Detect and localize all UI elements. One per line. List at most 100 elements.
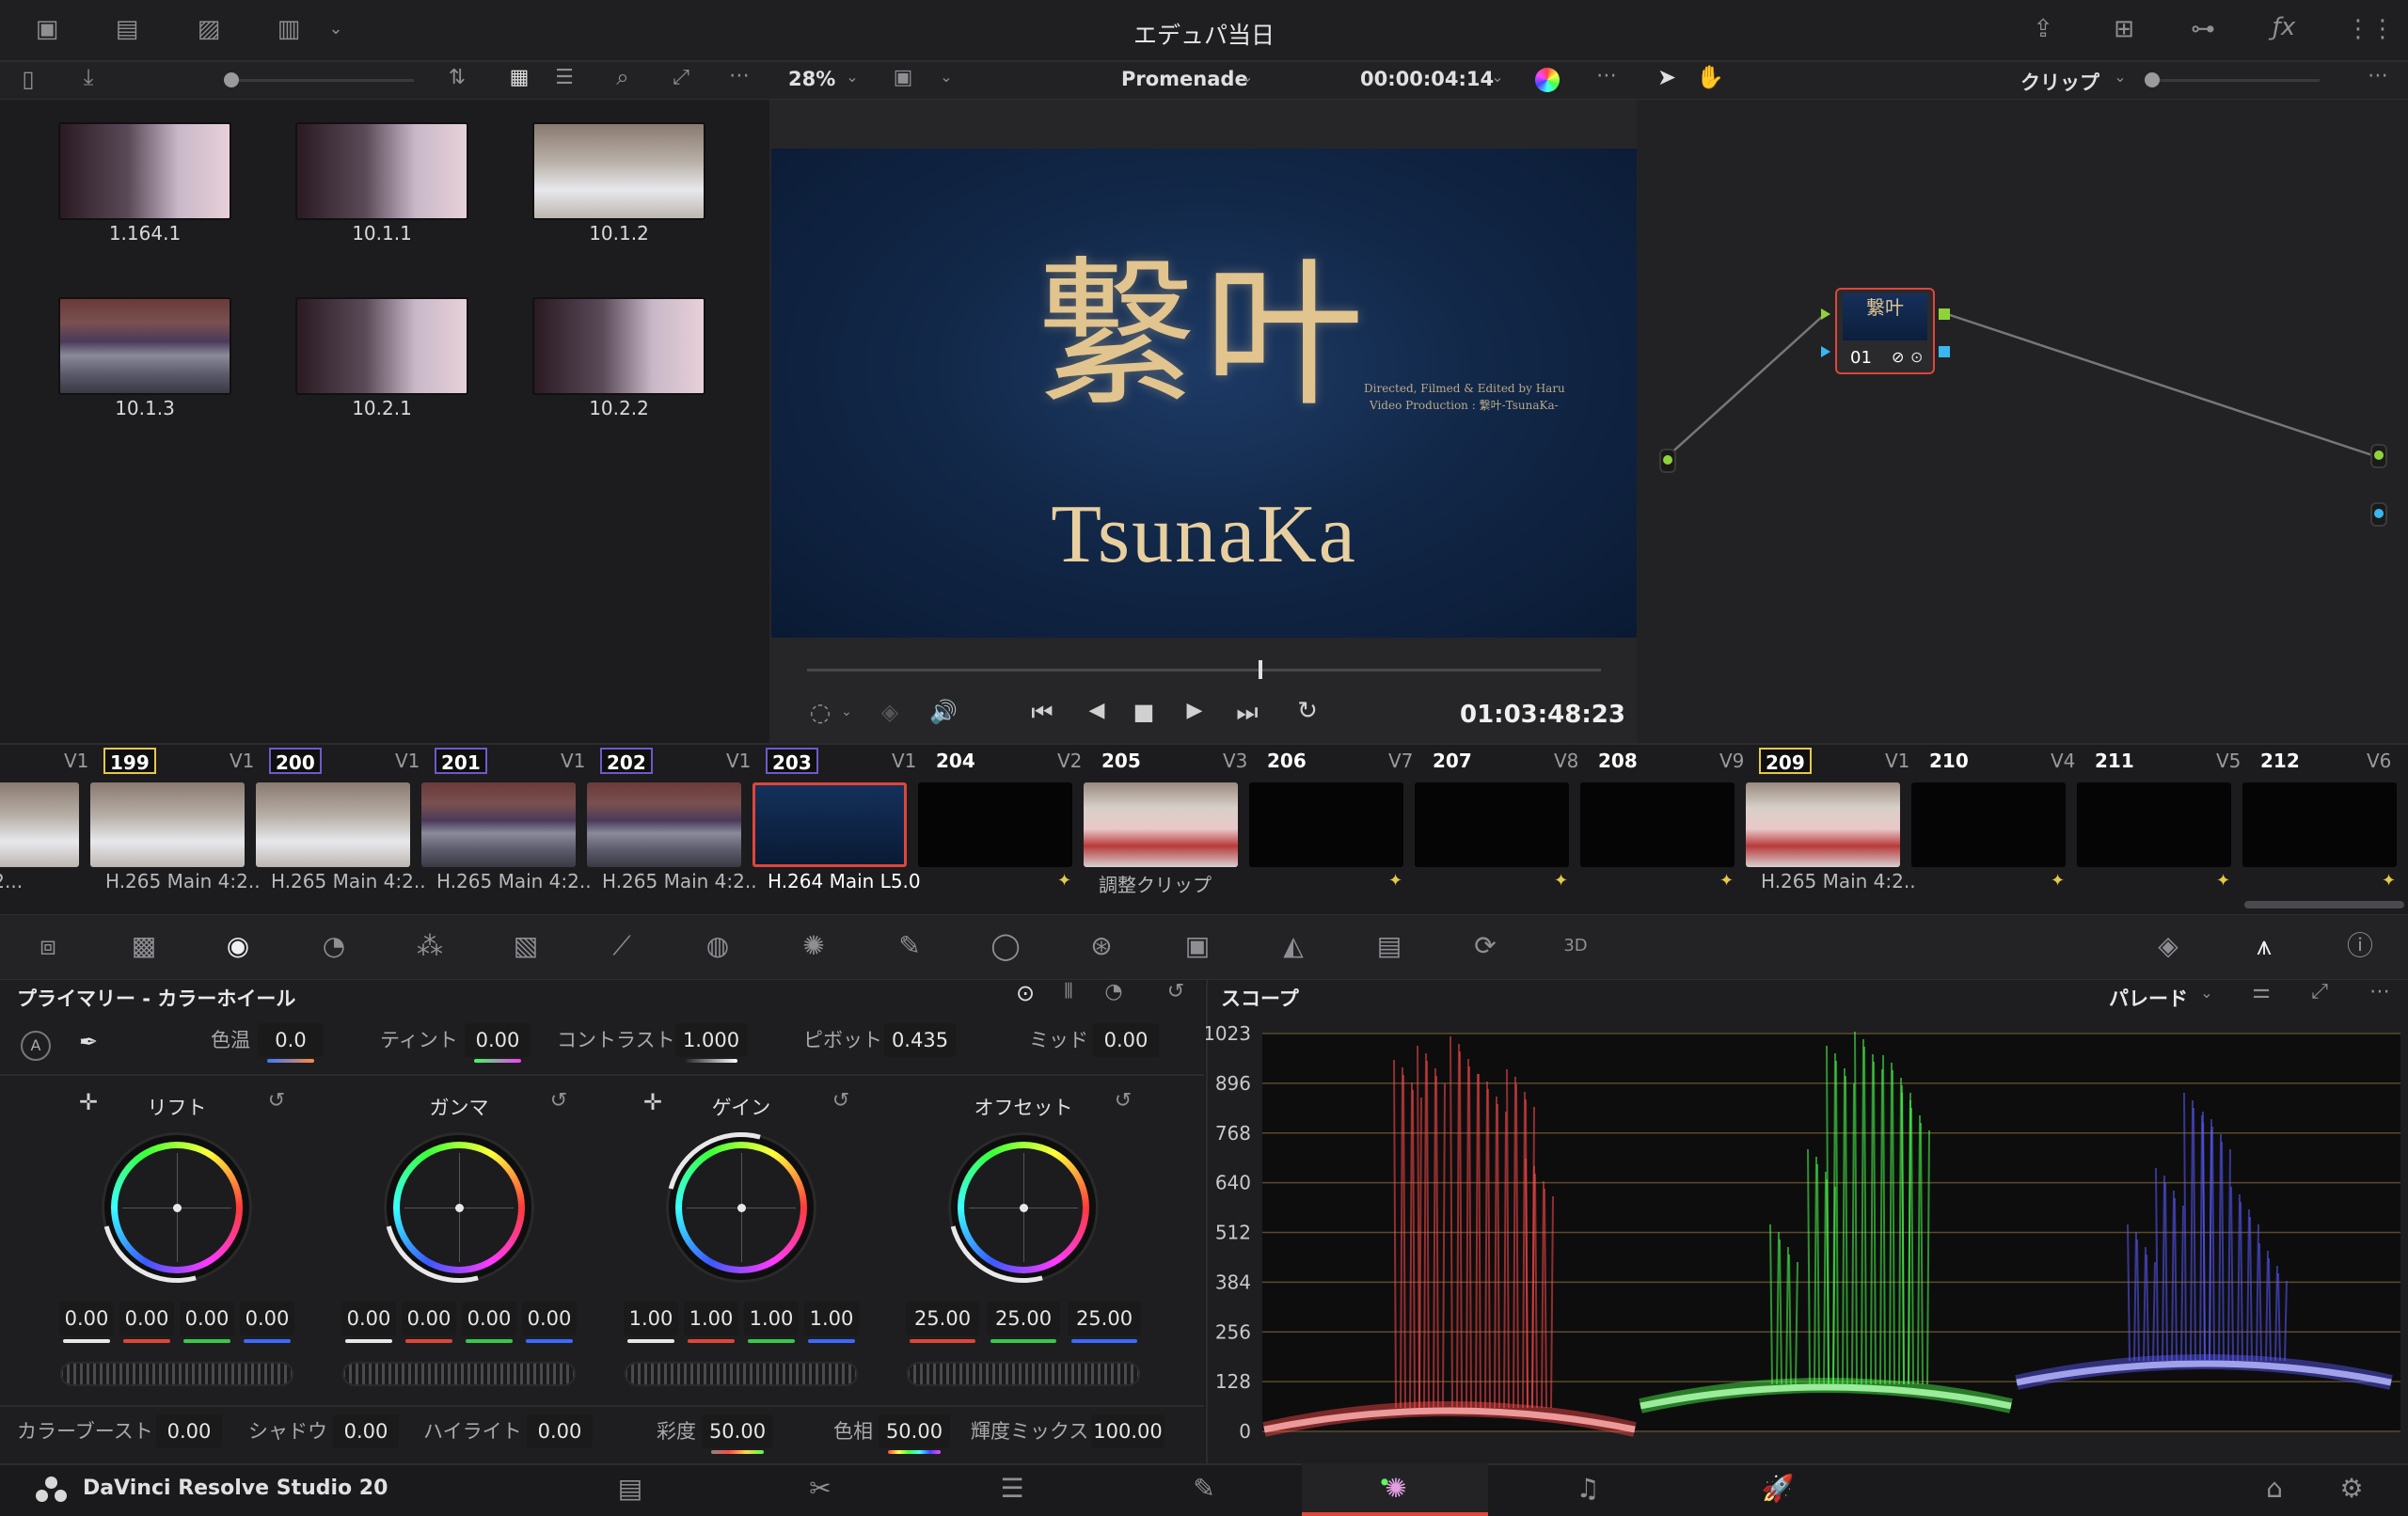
blur-icon[interactable]: ◭ [1274, 926, 1313, 966]
wheel-value-field[interactable]: 0.00 [341, 1302, 396, 1335]
wheel-value-field[interactable]: 25.00 [906, 1302, 979, 1335]
wheels-mode-icon[interactable]: ⊙ [1008, 982, 1042, 1004]
list-view-icon[interactable]: ☰ [549, 68, 579, 88]
hdr-icon[interactable]: ◔ [314, 926, 354, 966]
node-mode-chevron-icon[interactable]: ⌄ [2111, 70, 2130, 85]
color-wheel[interactable] [356, 1104, 562, 1311]
node-zoom-knob[interactable] [2145, 72, 2160, 87]
picker-icon[interactable]: ✎ [890, 926, 929, 966]
sizing-icon[interactable]: ⟳ [1465, 926, 1505, 966]
home-icon[interactable]: ⌂ [2246, 1473, 2303, 1504]
rgb-mixer-icon[interactable]: ⁂ [410, 926, 450, 966]
loop-region-icon[interactable]: ◌ [801, 701, 839, 725]
node-more-icon[interactable]: ⋯ [2363, 66, 2393, 87]
viewer-more-icon[interactable]: ⋯ [1592, 66, 1622, 87]
timeline-clip[interactable] [587, 782, 741, 867]
source-timecode[interactable]: 00:00:04:14 [1360, 68, 1494, 90]
scope-mode-chevron-icon[interactable]: ⌄ [2197, 986, 2216, 1001]
temp-field[interactable]: 0.0 [258, 1023, 324, 1057]
qualifier-icon[interactable]: ✺ [794, 926, 833, 966]
node-output-blue[interactable] [1939, 346, 1950, 357]
color-wheel[interactable] [638, 1104, 845, 1311]
wheel-value-field[interactable]: 0.00 [180, 1302, 234, 1335]
timeline-clip[interactable] [752, 782, 907, 867]
deliver-page-icon[interactable]: 🚀 [1750, 1473, 1806, 1504]
stop-icon[interactable]: ■ [1127, 701, 1161, 723]
color-wheel[interactable] [920, 1104, 1127, 1311]
master-wheel-jog[interactable] [342, 1362, 576, 1386]
zoom-select[interactable]: 28% [788, 68, 835, 90]
sidebar-toggle-icon[interactable]: ▯ [13, 68, 43, 90]
source-input-dot[interactable] [1659, 449, 1676, 473]
node-input-blue-icon[interactable] [1821, 346, 1830, 357]
settings-gear-icon[interactable]: ⚙ [2323, 1473, 2380, 1504]
grid-icon[interactable]: ⋮⋮ [2346, 17, 2395, 41]
crosshair-icon[interactable]: ✛ [640, 1091, 666, 1113]
color-warper-icon[interactable]: ◍ [698, 926, 737, 966]
color-wheel-icon[interactable] [1535, 68, 1560, 92]
timeline-clip[interactable] [2242, 782, 2397, 867]
volume-icon[interactable]: 🔊 [927, 701, 960, 723]
gallery-icon[interactable]: ▨ [190, 17, 228, 41]
scope-mode-select[interactable]: パレード [2109, 984, 2188, 1012]
media-pool-icon[interactable]: ▣ [28, 17, 66, 41]
import-icon[interactable]: ⤓ [73, 66, 103, 88]
clip-name[interactable]: Promenade [1121, 68, 1248, 90]
timeline-clip[interactable] [0, 782, 79, 867]
curves-icon[interactable]: ⟋ [602, 926, 642, 966]
timeline-clip[interactable] [1249, 782, 1403, 867]
fusion-page-icon[interactable]: ✎ [1176, 1473, 1232, 1504]
wheel-reset-icon[interactable]: ↺ [546, 1091, 572, 1112]
pointer-icon[interactable]: ➤ [1652, 66, 1682, 88]
scope-expand-icon[interactable]: ⤢ [2303, 982, 2337, 1003]
media-thumbnail[interactable] [532, 122, 705, 220]
wheel-value-field[interactable]: 1.00 [804, 1302, 859, 1335]
wheel-value-field[interactable]: 0.00 [59, 1302, 114, 1335]
wheel-value-field[interactable]: 1.00 [744, 1302, 799, 1335]
wheel-reset-icon[interactable]: ↺ [1110, 1091, 1136, 1112]
search-icon[interactable]: ⌕ [608, 66, 638, 88]
timeline-clip[interactable] [1911, 782, 2066, 867]
node-input-green-icon[interactable] [1821, 308, 1830, 320]
saturation-field[interactable]: 50.00 [702, 1414, 773, 1448]
wheel-value-field[interactable]: 0.00 [522, 1302, 577, 1335]
wheel-reset-icon[interactable]: ↺ [263, 1091, 290, 1112]
step-back-icon[interactable]: ◀ [1080, 701, 1114, 721]
wheel-value-field[interactable]: 0.00 [240, 1302, 294, 1335]
cut-page-icon[interactable]: ✂ [792, 1473, 848, 1504]
loop-chevron-icon[interactable]: ⌄ [837, 705, 856, 719]
clip-strip-scrollbar[interactable] [2244, 901, 2404, 908]
color-page-icon[interactable]: ✺ [1368, 1473, 1424, 1504]
wheel-value-field[interactable]: 25.00 [1068, 1302, 1141, 1335]
wheel-value-field[interactable]: 25.00 [987, 1302, 1060, 1335]
media-thumbnail[interactable] [532, 297, 705, 395]
mid-field[interactable]: 0.00 [1093, 1023, 1159, 1057]
thumb-size-slider[interactable] [226, 79, 414, 82]
fairlight-page-icon[interactable]: ♫ [1560, 1473, 1616, 1504]
media-thumbnail[interactable] [58, 297, 231, 395]
timeline-clip[interactable] [1415, 782, 1569, 867]
timeline-clip[interactable] [421, 782, 576, 867]
share-icon[interactable]: ⇪ [2024, 17, 2062, 41]
fx-icon[interactable]: ƒx [2265, 15, 2303, 39]
magic-mask-icon[interactable]: ▣ [1178, 926, 1217, 966]
wheel-value-field[interactable]: 0.00 [402, 1302, 456, 1335]
viewer-mode-icon[interactable]: ▣ [886, 68, 920, 88]
wheel-value-field[interactable]: 0.00 [119, 1302, 174, 1335]
node-zoom-slider[interactable] [2150, 79, 2320, 82]
timeline-clip[interactable] [1746, 782, 1900, 867]
lut-icon[interactable]: ▥ [265, 17, 312, 41]
hue-field[interactable]: 50.00 [879, 1414, 950, 1448]
wheel-reset-icon[interactable]: ↺ [828, 1091, 854, 1112]
key-icon[interactable]: ▤ [1370, 926, 1409, 966]
skip-back-icon[interactable]: ⏮ [1023, 701, 1061, 725]
picker-pen-icon[interactable]: ✒ [73, 1031, 103, 1053]
wheel-value-field[interactable]: 1.00 [624, 1302, 678, 1335]
lightbox-icon[interactable]: ⊞ [2105, 17, 2143, 41]
output-blue-dot[interactable] [2370, 502, 2387, 527]
tracker-icon[interactable]: ⊛ [1082, 926, 1121, 966]
timeline-clip[interactable] [256, 782, 410, 867]
master-wheel-jog[interactable] [60, 1362, 293, 1386]
wheel-value-field[interactable]: 0.00 [462, 1302, 516, 1335]
node-graph-icon[interactable]: ⊶ [2184, 17, 2222, 41]
